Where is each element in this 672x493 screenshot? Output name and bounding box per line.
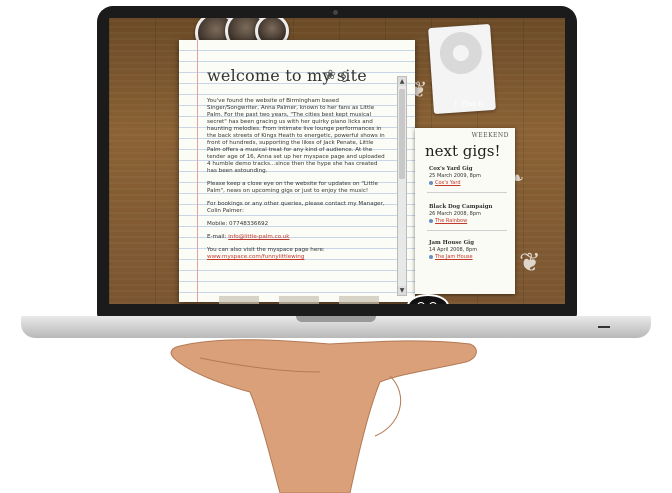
gig-venue-link[interactable]: Cox's Yard <box>435 180 461 186</box>
scroll-down-icon[interactable]: ▼ <box>398 286 406 295</box>
email-paragraph: E-mail: info@little-palm.co.uk <box>207 234 387 241</box>
email-link[interactable]: info@little-palm.co.uk <box>228 234 289 240</box>
swirl-doodle-icon: ❀ ൭ <box>325 68 349 83</box>
floral-decoration-icon: ❦ <box>519 248 541 278</box>
gig-name: Cox's Yard Gig <box>429 166 473 172</box>
location-pin-icon <box>429 218 433 223</box>
photo-thumbnails <box>219 296 399 304</box>
text-scrollbar[interactable]: ▲ ▼ <box>397 76 407 296</box>
myspace-label: You can also visit the myspace page here… <box>207 247 325 253</box>
next-gigs-panel: WEEKEND next gigs! Cox's Yard Gig 25 Mar… <box>415 128 515 294</box>
laptop-base <box>21 316 651 338</box>
gig-venue-link[interactable]: The Rainbow <box>435 218 467 224</box>
website-screen: ❦ ❧ ❦ welcome to my site ❀ ൭ You've foun… <box>109 18 565 304</box>
divider <box>427 192 507 193</box>
center-button[interactable] <box>452 44 470 62</box>
gig-date: 14 April 2008, 8pm <box>429 247 478 253</box>
gig-item: Black Dog Campaign 26 March 2008, 8pm Th… <box>429 204 513 225</box>
gig-date: 25 March 2009, 8pm <box>429 173 481 179</box>
margin-line <box>197 40 198 302</box>
email-label: E-mail: <box>207 234 227 240</box>
thumbnail[interactable] <box>279 296 319 304</box>
gig-date: 26 March 2008, 8pm <box>429 211 481 217</box>
circle-icon <box>417 302 425 304</box>
click-wheel-icon[interactable] <box>438 30 484 76</box>
camera-icon <box>333 10 338 15</box>
location-pin-icon <box>429 254 433 259</box>
welcome-text: You've found the website of Birmingham b… <box>207 98 387 290</box>
intro-paragraph: You've found the website of Birmingham b… <box>207 98 385 174</box>
gig-name: Black Dog Campaign <box>429 204 493 210</box>
hand-illustration <box>170 339 477 493</box>
play-it-label[interactable]: ↑ Play it <box>453 100 483 108</box>
bookings-paragraph: For bookings or any other queries, pleas… <box>207 201 385 214</box>
thumbnail[interactable] <box>219 296 259 304</box>
lid-notch <box>296 316 376 322</box>
laptop-lid: ❦ ❧ ❦ welcome to my site ❀ ൭ You've foun… <box>97 6 577 318</box>
myspace-paragraph: You can also visit the myspace page here… <box>207 247 387 261</box>
gigs-title: next gigs! <box>425 142 501 160</box>
gig-name: Jam House Gig <box>429 240 474 246</box>
gig-item: Jam House Gig 14 April 2008, 8pm The Jam… <box>429 240 513 261</box>
mobile-paragraph: Mobile: 07748336692 <box>207 221 269 227</box>
arrow-up-icon: ↑ <box>453 100 459 108</box>
circle-icon <box>429 302 437 304</box>
divider <box>427 230 507 231</box>
gig-venue-link[interactable]: The Jam House <box>435 254 473 260</box>
updates-paragraph: Please keep a close eye on the website f… <box>207 181 378 194</box>
scroll-up-icon[interactable]: ▲ <box>398 77 406 86</box>
weekend-label: WEEKEND <box>471 132 509 139</box>
location-pin-icon <box>429 180 433 185</box>
gig-item: Cox's Yard Gig 25 March 2009, 8pm Cox's … <box>429 166 513 187</box>
myspace-link[interactable]: www.myspace.com/funnylittlewing <box>207 254 304 260</box>
power-led-icon <box>598 326 610 328</box>
scroll-thumb[interactable] <box>399 89 405 179</box>
welcome-notebook: welcome to my site ❀ ൭ You've found the … <box>179 40 415 302</box>
thumbnail[interactable] <box>339 296 379 304</box>
